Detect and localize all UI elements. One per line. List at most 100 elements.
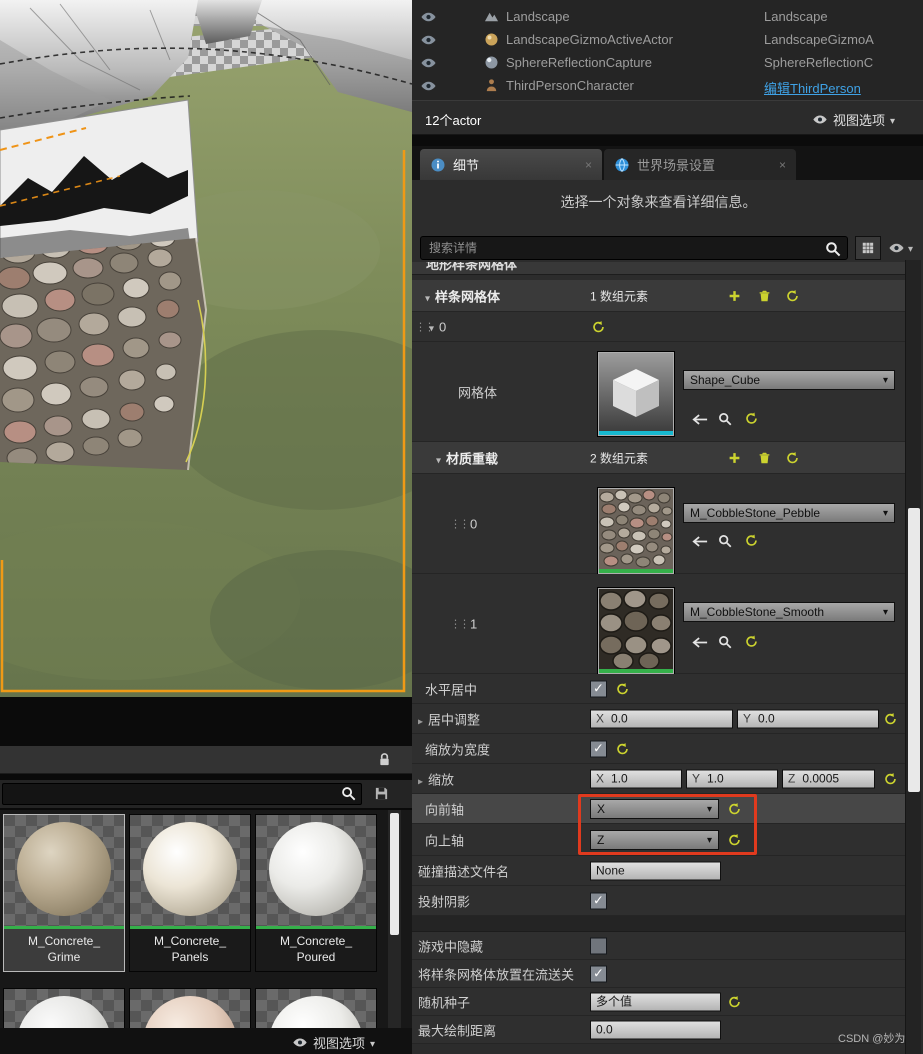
property-row-streaming[interactable]: 将样条网格体放置在流送关 <box>412 960 905 988</box>
reset-icon[interactable] <box>884 712 897 725</box>
asset-tile-partial[interactable] <box>255 988 377 1028</box>
collision-profile-field[interactable]: None <box>590 861 721 880</box>
property-row-forward-axis[interactable]: 向前轴 X <box>412 794 905 824</box>
scrollbar-thumb[interactable] <box>908 508 920 792</box>
asset-tile-concrete-panels[interactable]: M_Concrete_Panels <box>129 814 251 972</box>
add-element-icon[interactable] <box>728 289 741 302</box>
visibility-eye-icon[interactable] <box>420 79 437 97</box>
reset-icon[interactable] <box>616 742 629 755</box>
actor-name[interactable]: Landscape <box>506 9 570 24</box>
search-icon[interactable] <box>341 786 356 806</box>
browse-to-asset-icon[interactable] <box>718 534 732 548</box>
outliner-row-thirdperson-character[interactable]: ThirdPersonCharacter 编辑ThirdPerson <box>412 75 923 98</box>
category-row-material-override[interactable]: 材质重载 2 数组元素 <box>412 442 905 474</box>
center-adjust-y-field[interactable]: Y0.0 <box>737 709 879 728</box>
scale-x-field[interactable]: X1.0 <box>590 769 682 788</box>
visibility-eye-icon[interactable] <box>420 33 437 51</box>
scale-z-field[interactable]: Z0.0005 <box>782 769 875 788</box>
reset-icon[interactable] <box>728 995 741 1008</box>
reset-icon[interactable] <box>745 635 758 648</box>
material-0-dropdown[interactable]: M_CobbleStone_Pebble <box>683 503 895 523</box>
outliner-row-landscape-gizmo[interactable]: LandscapeGizmoActiveActor LandscapeGizmo… <box>412 29 923 52</box>
forward-axis-dropdown[interactable]: X <box>590 799 719 819</box>
up-axis-dropdown[interactable]: Z <box>590 830 719 850</box>
content-browser-view-options[interactable]: 视图选项 <box>292 1033 375 1052</box>
scale-y-field[interactable]: Y1.0 <box>686 769 778 788</box>
max-draw-distance-field[interactable]: 0.0 <box>590 1020 721 1039</box>
asset-search-input[interactable] <box>2 783 362 805</box>
checkbox-streaming[interactable] <box>590 965 607 982</box>
drag-handle-icon[interactable] <box>450 617 468 630</box>
property-row-max-draw-distance[interactable]: 最大绘制距离 0.0 <box>412 1016 905 1044</box>
details-search-input[interactable]: 搜索详情 <box>420 236 848 260</box>
use-selected-icon[interactable] <box>692 536 708 547</box>
search-icon[interactable] <box>825 241 841 264</box>
add-element-icon[interactable] <box>728 451 741 464</box>
asset-tile-concrete-poured[interactable]: M_Concrete_Poured <box>255 814 377 972</box>
tab-close-icon[interactable] <box>585 156 592 174</box>
use-selected-icon[interactable] <box>692 414 708 425</box>
viewport-3d[interactable] <box>0 0 412 697</box>
tab-close-icon[interactable] <box>779 156 786 174</box>
reset-icon[interactable] <box>592 320 605 333</box>
visibility-eye-icon[interactable] <box>420 10 437 28</box>
random-seed-field[interactable]: 多个值 <box>590 992 721 1011</box>
reset-icon[interactable] <box>745 412 758 425</box>
property-row-scale-to-width[interactable]: 缩放为宽度 <box>412 734 905 764</box>
visibility-eye-icon[interactable] <box>420 56 437 74</box>
outliner-view-options[interactable]: 视图选项 <box>812 110 895 129</box>
details-view-filter-button[interactable] <box>888 239 913 257</box>
clear-array-icon[interactable] <box>758 451 771 464</box>
property-row-center-adjust[interactable]: 居中调整 X0.0 Y0.0 <box>412 704 905 734</box>
edit-blueprint-link[interactable]: 编辑ThirdPerson <box>764 78 861 97</box>
reset-icon[interactable] <box>745 534 758 547</box>
property-row-hidden-in-game[interactable]: 游戏中隐藏 <box>412 932 905 960</box>
property-row-cast-shadow[interactable]: 投射阴影 <box>412 886 905 916</box>
property-row-collision-profile[interactable]: 碰撞描述文件名 None <box>412 856 905 886</box>
mesh-thumbnail[interactable] <box>598 352 674 436</box>
checkbox-scale-to-width[interactable] <box>590 740 607 757</box>
property-row-material-1[interactable]: 1 M_CobbleStone_Smooth <box>412 574 905 674</box>
reset-icon[interactable] <box>884 772 897 785</box>
clear-array-icon[interactable] <box>758 289 771 302</box>
reset-icon[interactable] <box>616 682 629 695</box>
checkbox-center-horizontally[interactable] <box>590 680 607 697</box>
reset-icon[interactable] <box>728 802 741 815</box>
category-row-spline-mesh[interactable]: 样条网格体 1 数组元素 <box>412 280 905 312</box>
property-row-random-seed[interactable]: 随机种子 多个值 <box>412 988 905 1016</box>
use-selected-icon[interactable] <box>692 637 708 648</box>
lock-icon[interactable] <box>378 752 391 772</box>
material-thumbnail[interactable] <box>598 588 674 674</box>
outliner-row-sphere-reflection[interactable]: SphereReflectionCapture SphereReflection… <box>412 52 923 75</box>
material-thumbnail[interactable] <box>598 488 674 574</box>
actor-name[interactable]: LandscapeGizmoActiveActor <box>506 32 673 47</box>
property-matrix-button[interactable] <box>855 236 881 260</box>
actor-name[interactable]: SphereReflectionCapture <box>506 55 652 70</box>
checkbox-cast-shadow[interactable] <box>590 892 607 909</box>
drag-handle-icon[interactable] <box>450 517 468 530</box>
property-row-mesh[interactable]: 网格体 Shape_Cube <box>412 342 905 442</box>
scrollbar-thumb[interactable] <box>390 813 399 935</box>
asset-tile-partial[interactable] <box>129 988 251 1028</box>
center-adjust-x-field[interactable]: X0.0 <box>590 709 733 728</box>
asset-tile-partial[interactable] <box>3 988 125 1028</box>
asset-tile-concrete-grime[interactable]: M_Concrete_Grime <box>3 814 125 972</box>
array-element-row-0[interactable]: 0 <box>412 312 905 342</box>
property-row-scale[interactable]: 缩放 X1.0 Y1.0 Z0.0005 <box>412 764 905 794</box>
checkbox-hidden-in-game[interactable] <box>590 937 607 954</box>
reset-icon[interactable] <box>728 833 741 846</box>
clipped-category-header[interactable]: 地形样条网格体 <box>412 262 905 275</box>
tab-details[interactable]: 细节 <box>420 149 602 180</box>
asset-grid-scrollbar[interactable] <box>388 810 401 1028</box>
property-row-center-horizontally[interactable]: 水平居中 <box>412 674 905 704</box>
property-row-up-axis[interactable]: 向上轴 Z <box>412 824 905 856</box>
details-scrollbar[interactable] <box>905 260 921 1054</box>
browse-to-asset-icon[interactable] <box>718 635 732 649</box>
tab-world-settings[interactable]: 世界场景设置 <box>604 149 796 180</box>
reset-icon[interactable] <box>786 289 799 302</box>
mesh-asset-dropdown[interactable]: Shape_Cube <box>683 370 895 390</box>
outliner-row-landscape[interactable]: Landscape Landscape <box>412 6 923 29</box>
reset-icon[interactable] <box>786 451 799 464</box>
browse-to-asset-icon[interactable] <box>718 412 732 426</box>
material-1-dropdown[interactable]: M_CobbleStone_Smooth <box>683 602 895 622</box>
